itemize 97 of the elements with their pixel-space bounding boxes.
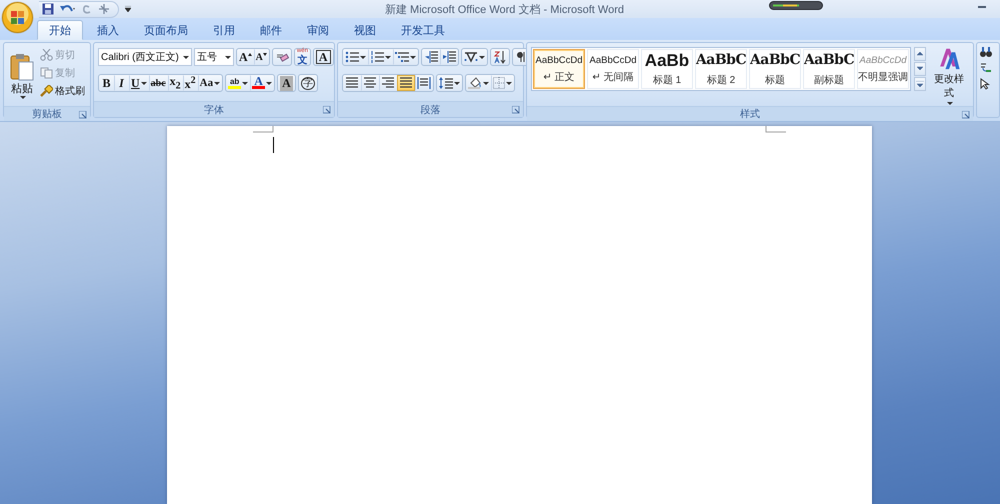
- up-caret-icon: [248, 53, 252, 56]
- window-title: 新建 Microsoft Office Word 文档 - Microsoft Word: [385, 2, 624, 17]
- replace-icon: [980, 62, 992, 74]
- paste-button[interactable]: 粘贴: [8, 46, 36, 106]
- expand-icon: [916, 81, 924, 87]
- margin-corner-mark: [253, 126, 274, 133]
- enclose-character-button[interactable]: 字: [298, 75, 317, 91]
- binoculars-icon: [980, 47, 992, 58]
- justify-icon: [399, 77, 413, 89]
- minimize-icon: [978, 6, 986, 8]
- increase-indent-button[interactable]: [440, 49, 458, 65]
- dialog-launcher-icon: [512, 106, 520, 114]
- font-size-field[interactable]: 五号: [194, 48, 234, 66]
- paint-bucket-icon: [468, 77, 482, 89]
- asian-layout-icon: [464, 51, 478, 63]
- bold-button[interactable]: B: [99, 75, 114, 91]
- font-color-button[interactable]: A: [250, 75, 274, 91]
- align-center-button[interactable]: [361, 75, 379, 91]
- copy-icon: [40, 66, 53, 78]
- dialog-launcher-icon: [323, 106, 331, 114]
- group-label: 剪贴板: [32, 108, 62, 121]
- up-caret-icon: [916, 51, 924, 57]
- margin-corner-mark: [765, 126, 786, 133]
- character-shading-button[interactable]: A: [278, 75, 295, 91]
- align-center-icon: [363, 77, 377, 89]
- shading-button[interactable]: [466, 75, 491, 91]
- highlight-button[interactable]: ab: [226, 75, 250, 91]
- style-item[interactable]: AaBbCcDd 不明显强调: [857, 49, 909, 89]
- save-icon: [42, 3, 54, 15]
- grow-font-button[interactable]: A: [237, 49, 254, 65]
- paragraph-mark-icon: [516, 51, 526, 63]
- bullet-list-icon: [345, 51, 359, 63]
- down-caret-icon: [262, 53, 267, 56]
- caret-icon: [20, 96, 26, 99]
- justify-button[interactable]: [397, 75, 415, 91]
- repeat-icon: [98, 3, 110, 15]
- ribbon-tab[interactable]: 视图: [343, 20, 387, 40]
- numbered-list-icon: [370, 51, 384, 63]
- distribute-icon: [417, 77, 431, 89]
- group-label: 样式: [740, 108, 760, 121]
- group-label: 字体: [204, 104, 224, 116]
- ribbon-tab[interactable]: 开发工具: [390, 20, 456, 40]
- change-case-button[interactable]: Aa: [198, 75, 222, 91]
- style-item[interactable]: AaBbC 标题: [749, 49, 801, 89]
- change-styles-icon: [937, 47, 961, 70]
- dialog-launcher-icon: [962, 111, 970, 119]
- format-painter-button[interactable]: 格式刷: [38, 82, 87, 99]
- office-logo-icon: [2, 2, 33, 33]
- caret-icon: [225, 56, 231, 58]
- group-label: 段落: [420, 104, 440, 116]
- customize-arrow-icon: [125, 6, 131, 12]
- more-styles-button[interactable]: [914, 77, 926, 91]
- strikethrough-button[interactable]: abc: [148, 75, 168, 91]
- ribbon-tab[interactable]: 邮件: [249, 20, 293, 40]
- character-border-button[interactable]: A: [314, 49, 333, 65]
- clipboard-icon: [10, 53, 34, 81]
- shrink-font-button[interactable]: A: [254, 49, 269, 65]
- ribbon-tab[interactable]: 开始: [37, 20, 83, 40]
- style-item[interactable]: AaBb 标题 1: [641, 49, 693, 89]
- italic-button[interactable]: I: [114, 75, 129, 91]
- style-item[interactable]: AaBbCcDd ↵ 无间隔: [587, 49, 639, 89]
- align-right-icon: [381, 77, 395, 89]
- align-left-icon: [345, 77, 359, 89]
- style-item[interactable]: AaBbCcDd ↵ 正文: [533, 49, 585, 89]
- caret-icon: [183, 56, 189, 58]
- ribbon-tab[interactable]: 引用: [202, 20, 246, 40]
- line-spacing-icon: [439, 77, 453, 89]
- dialog-launcher-icon: [79, 111, 87, 119]
- progress-indicator-icon: [769, 1, 823, 10]
- paintbrush-icon: [40, 84, 53, 96]
- ribbon-tab[interactable]: 审阅: [296, 20, 340, 40]
- border-grid-icon: [493, 77, 505, 89]
- script-button[interactable]: x$_{2}$: [168, 75, 183, 91]
- style-item[interactable]: AaBbC 标题 2: [695, 49, 747, 89]
- distribute-button[interactable]: [415, 75, 433, 91]
- text-cursor: [273, 137, 274, 153]
- bullets-button[interactable]: [343, 49, 368, 65]
- multilevel-list-icon: [395, 51, 409, 63]
- redo-icon: [82, 3, 92, 15]
- down-caret-icon: [916, 66, 924, 72]
- underline-button[interactable]: U: [129, 75, 149, 91]
- multilevel-list-button[interactable]: [393, 49, 418, 65]
- style-item[interactable]: AaBbC 副标题: [803, 49, 855, 89]
- scissors-icon: [40, 48, 53, 60]
- scroll-up-button[interactable]: [914, 47, 926, 61]
- sort-icon: [493, 50, 507, 64]
- pointer-icon: [980, 78, 990, 90]
- numbering-button[interactable]: [368, 49, 393, 65]
- borders-button[interactable]: [491, 75, 514, 91]
- ribbon-tab[interactable]: 插入: [86, 20, 130, 40]
- script-button[interactable]: x$^{2}$: [182, 75, 198, 91]
- ribbon-tab[interactable]: 页面布局: [133, 20, 199, 40]
- scroll-down-button[interactable]: [914, 62, 926, 76]
- increase-indent-icon: [442, 51, 456, 63]
- decrease-indent-icon: [424, 51, 438, 63]
- font-name-field[interactable]: Calibri (西文正文): [98, 48, 192, 66]
- eraser-icon: [274, 51, 289, 63]
